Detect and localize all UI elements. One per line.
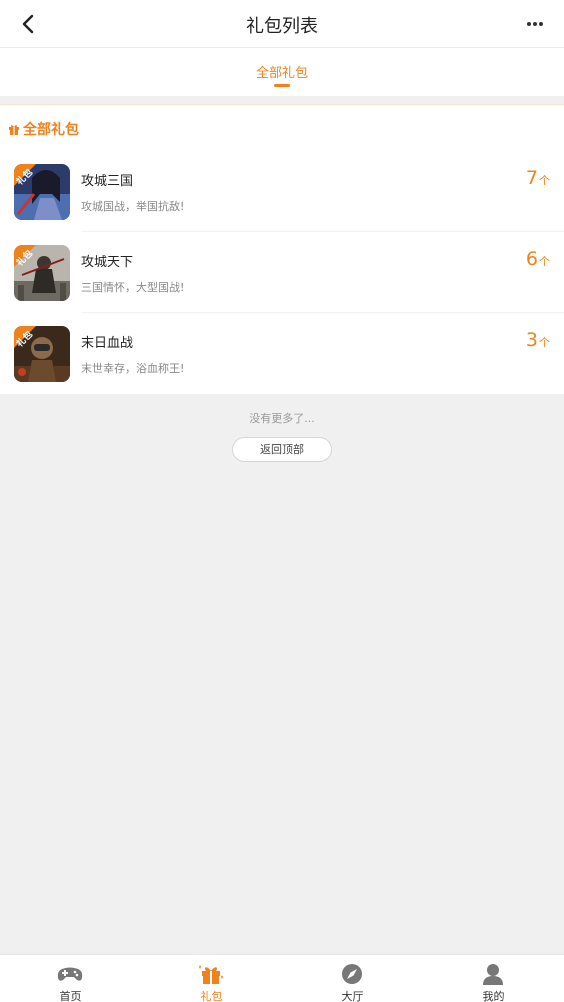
gift-icon <box>199 965 223 984</box>
game-name: 末日血战 <box>81 336 134 351</box>
nav-item-me[interactable]: 我的 <box>423 955 564 1002</box>
back-to-top-button[interactable]: 返回顶部 <box>232 437 332 462</box>
nav-label: 我的 <box>482 990 505 1002</box>
tab-active-indicator <box>274 84 290 87</box>
gift-icon <box>9 125 19 135</box>
compass-icon <box>342 964 362 984</box>
gift-count: 7 个 <box>526 167 550 189</box>
nav-item-gifts[interactable]: 礼包 <box>141 955 282 1002</box>
gift-list-panel: 全部礼包 礼包 攻城三国 攻城国战，举国抗敌! 7 个 礼包 攻城天下 三国情怀… <box>0 104 564 394</box>
game-name: 攻城天下 <box>81 255 134 270</box>
gift-count-number: 3 <box>525 329 538 351</box>
game-name: 攻城三国 <box>81 174 134 189</box>
list-item[interactable]: 礼包 攻城三国 攻城国战，举国抗敌! 7 个 <box>0 151 564 232</box>
gift-count-number: 7 <box>525 167 538 189</box>
gift-count: 6 个 <box>526 248 550 270</box>
section-gap <box>0 96 564 104</box>
list-item[interactable]: 礼包 末日血战 末世幸存，浴血称王! 3 个 <box>0 313 564 394</box>
page-title: 礼包列表 <box>246 16 318 37</box>
section-title: 全部礼包 <box>8 119 79 139</box>
gift-count-unit: 个 <box>539 255 550 268</box>
nav-label: 首页 <box>59 990 82 1002</box>
nav-item-home[interactable]: 首页 <box>0 955 141 1002</box>
gift-count-unit: 个 <box>539 336 550 349</box>
game-description: 三国情怀，大型国战! <box>81 281 185 294</box>
nav-label: 大厅 <box>341 990 364 1002</box>
more-dots-icon <box>527 22 543 26</box>
list-item[interactable]: 礼包 攻城天下 三国情怀，大型国战! 6 个 <box>0 232 564 313</box>
game-description: 攻城国战，举国抗敌! <box>81 200 185 213</box>
game-thumbnail: 礼包 <box>14 326 70 382</box>
tab-all-gifts[interactable]: 全部礼包 <box>232 62 332 81</box>
nav-item-hall[interactable]: 大厅 <box>282 955 423 1002</box>
gamepad-icon <box>57 967 83 981</box>
header-bar: 礼包列表 <box>0 0 564 48</box>
bottom-nav: 首页 礼包 大厅 我的 <box>0 954 564 1002</box>
gift-count: 3 个 <box>526 329 550 351</box>
game-thumbnail: 礼包 <box>14 164 70 220</box>
game-thumbnail: 礼包 <box>14 245 70 301</box>
no-more-text: 没有更多了... <box>249 412 315 425</box>
gift-count-unit: 个 <box>539 174 550 187</box>
more-button[interactable] <box>520 10 550 38</box>
nav-label: 礼包 <box>200 990 223 1002</box>
section-title-text: 全部礼包 <box>23 122 79 138</box>
gift-count-number: 6 <box>525 248 538 270</box>
game-description: 末世幸存，浴血称王! <box>81 362 185 375</box>
user-icon <box>483 964 503 985</box>
tab-bar: 全部礼包 <box>0 48 564 96</box>
